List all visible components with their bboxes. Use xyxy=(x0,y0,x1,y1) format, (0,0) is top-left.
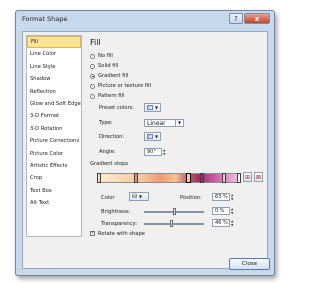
angle-input[interactable]: 90° xyxy=(144,148,162,156)
brightness-input[interactable]: 0 % xyxy=(212,207,230,215)
gradient-stop-1[interactable] xyxy=(97,173,101,183)
transparency-slider[interactable] xyxy=(144,223,204,225)
nav-item-alt-text[interactable]: Alt Text xyxy=(27,197,81,209)
close-icon: x xyxy=(254,14,260,23)
brightness-label: Brightness: xyxy=(101,209,131,215)
remove-gradient-stop-icon: ⊠ xyxy=(255,173,262,181)
picture-texture-fill-option[interactable]: Picture or texture fill xyxy=(90,82,151,90)
angle-stepper[interactable]: ▲ ▼ xyxy=(163,148,167,156)
nav-item-3d-format[interactable]: 3-D Format xyxy=(27,110,81,122)
help-icon: ? xyxy=(234,14,238,23)
gradient-stop-2[interactable] xyxy=(134,173,138,183)
gradient-fill-label: Gradient fill xyxy=(98,73,129,79)
transparency-stepper[interactable]: ▲ ▼ xyxy=(231,219,235,227)
picture-texture-fill-label: Picture or texture fill xyxy=(98,83,151,89)
transparency-label: Transparency: xyxy=(101,221,137,227)
gradient-stop-4[interactable] xyxy=(200,173,204,183)
chevron-down-icon: ▼ xyxy=(155,105,159,110)
type-label: Type: xyxy=(99,120,113,126)
nav-item-3d-rotation[interactable]: 3-D Rotation xyxy=(27,123,81,135)
add-gradient-stop-icon: ⊞ xyxy=(244,173,251,181)
direction-button[interactable]: ▼ xyxy=(144,132,162,141)
transparency-input[interactable]: 46 % xyxy=(212,219,230,227)
nav-item-picture-color[interactable]: Picture Color xyxy=(27,148,81,160)
remove-stop-button[interactable]: ⊠ xyxy=(254,172,263,182)
down-arrow-icon[interactable]: ▼ xyxy=(231,211,235,215)
transparency-value: 46 % xyxy=(215,220,228,226)
down-arrow-icon[interactable]: ▼ xyxy=(231,197,235,201)
down-arrow-icon[interactable]: ▼ xyxy=(231,223,235,227)
radio-picture-texture-fill[interactable] xyxy=(90,83,95,89)
dialog-title: Format Shape xyxy=(22,15,68,23)
gradient-fill-option[interactable]: Gradient fill xyxy=(90,72,128,80)
pattern-fill-label: Pattern fill xyxy=(98,93,125,99)
paint-bucket-icon: ⛁ xyxy=(132,193,138,200)
panel-heading: Fill xyxy=(90,38,101,47)
nav-item-picture-corrections[interactable]: Picture Corrections xyxy=(27,135,81,147)
gradient-stops-label: Gradient stops xyxy=(90,161,129,167)
gradient-stop-selected[interactable] xyxy=(186,173,191,183)
radio-pattern-fill[interactable] xyxy=(90,93,95,99)
position-label: Position: xyxy=(180,195,202,201)
type-select[interactable]: Linear ▼ xyxy=(144,119,184,127)
brightness-slider-thumb[interactable] xyxy=(172,208,176,215)
close-button[interactable]: Close xyxy=(229,258,270,270)
nav-item-line-style[interactable]: Line Style xyxy=(27,61,81,73)
checkmark-icon: ✓ xyxy=(91,230,96,236)
no-fill-label: No fill xyxy=(98,53,113,59)
radio-no-fill[interactable] xyxy=(90,53,95,59)
rotate-with-shape-checkbox[interactable]: ✓ xyxy=(90,231,95,236)
nav-item-text-box[interactable]: Text Box xyxy=(27,185,81,197)
brightness-value: 0 % xyxy=(215,208,225,214)
transparency-slider-thumb[interactable] xyxy=(170,220,174,227)
gradient-stop-5[interactable] xyxy=(222,173,226,183)
format-shape-dialog: Format Shape ? x Fill Line Color Line St… xyxy=(15,10,275,276)
gradient-stop-6[interactable] xyxy=(237,173,241,183)
direction-label: Direction: xyxy=(99,134,125,140)
preset-gradient-swatch-icon xyxy=(147,105,153,110)
angle-value: 90° xyxy=(147,149,156,155)
color-label: Color xyxy=(101,195,115,201)
nav-item-glow-soft-edges[interactable]: Glow and Soft Edges xyxy=(27,98,81,110)
position-stepper[interactable]: ▲ ▼ xyxy=(231,193,235,201)
position-value: 63 % xyxy=(215,194,228,200)
chevron-down-icon: ▼ xyxy=(175,120,183,126)
help-button[interactable]: ? xyxy=(229,13,243,24)
solid-fill-option[interactable]: Solid fill xyxy=(90,62,118,70)
category-list: Fill Line Color Line Style Shadow Reflec… xyxy=(26,35,82,237)
stop-color-button[interactable]: ⛁ ▼ xyxy=(129,192,149,201)
fill-panel: Fill No fill Solid fill Gradient fill Pi… xyxy=(87,35,264,242)
nav-item-reflection[interactable]: Reflection xyxy=(27,86,81,98)
nav-item-line-color[interactable]: Line Color xyxy=(27,48,81,60)
no-fill-option[interactable]: No fill xyxy=(90,52,113,60)
angle-label: Angle: xyxy=(99,149,116,155)
nav-item-crop[interactable]: Crop xyxy=(27,172,81,184)
add-stop-button[interactable]: ⊞ xyxy=(243,172,252,182)
chevron-down-icon: ▼ xyxy=(139,194,143,199)
solid-fill-label: Solid fill xyxy=(98,63,119,69)
preset-colors-label: Preset colors: xyxy=(99,105,135,111)
pattern-fill-option[interactable]: Pattern fill xyxy=(90,92,124,100)
dialog-body: Fill Line Color Line Style Shadow Reflec… xyxy=(22,31,270,270)
chevron-down-icon: ▼ xyxy=(155,134,159,139)
radio-solid-fill[interactable] xyxy=(90,63,95,69)
radio-gradient-fill[interactable] xyxy=(90,73,95,79)
type-value: Linear xyxy=(147,119,166,127)
nav-item-fill[interactable]: Fill xyxy=(27,36,81,49)
brightness-stepper[interactable]: ▲ ▼ xyxy=(231,207,235,215)
rotate-with-shape-label: Rotate with shape xyxy=(98,231,145,237)
preset-colors-button[interactable]: ▼ xyxy=(144,103,162,112)
direction-swatch-icon xyxy=(147,134,153,139)
position-input[interactable]: 63 % xyxy=(212,193,230,201)
gradient-stops-bar[interactable] xyxy=(97,173,241,183)
title-bar: Format Shape ? x xyxy=(16,11,274,27)
down-arrow-icon[interactable]: ▼ xyxy=(163,152,167,156)
window-close-button[interactable]: x xyxy=(244,13,270,24)
nav-item-shadow[interactable]: Shadow xyxy=(27,73,81,85)
nav-item-artistic-effects[interactable]: Artistic Effects xyxy=(27,160,81,172)
